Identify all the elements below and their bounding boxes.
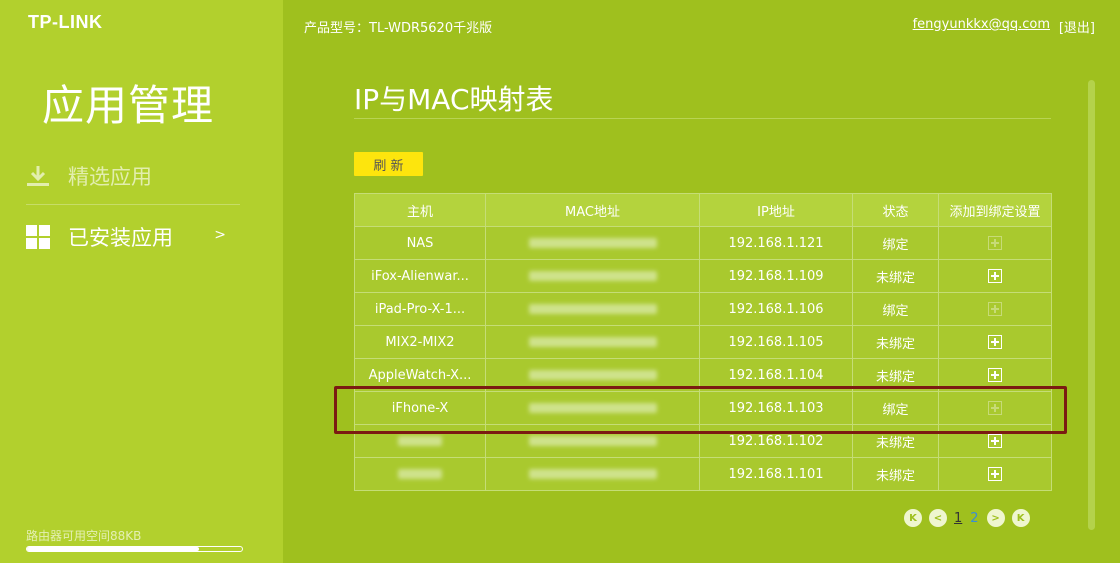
mac-cell bbox=[485, 292, 700, 326]
redacted-host bbox=[398, 436, 442, 446]
prev-page-button[interactable]: < bbox=[929, 509, 947, 527]
first-page-button[interactable]: K bbox=[904, 509, 922, 527]
host-cell: MIX2-MIX2 bbox=[354, 325, 486, 359]
account-link[interactable]: fengyunkkx@qq.com bbox=[913, 17, 1050, 32]
host-cell: NAS bbox=[354, 226, 486, 260]
ip-cell: 192.168.1.109 bbox=[699, 259, 853, 293]
column-header-ip: IP地址 bbox=[699, 193, 853, 227]
table-row: NAS 192.168.1.121 绑定 bbox=[354, 226, 1052, 260]
highlight-box bbox=[334, 386, 1067, 434]
storage-progress-fill bbox=[27, 547, 199, 551]
ip-cell: 192.168.1.105 bbox=[699, 325, 853, 359]
redacted-mac bbox=[528, 469, 657, 479]
column-header-status: 状态 bbox=[852, 193, 939, 227]
sidebar: TP-LINK 应用管理 精选应用 已安装应用 > 路由器可用空间88KB bbox=[0, 0, 283, 563]
status-cell: 未绑定 bbox=[852, 325, 939, 359]
redacted-mac bbox=[528, 238, 657, 248]
column-header-mac: MAC地址 bbox=[485, 193, 700, 227]
refresh-button[interactable]: 刷 新 bbox=[354, 152, 423, 176]
next-page-button[interactable]: > bbox=[986, 509, 1005, 527]
sidebar-item-featured-apps[interactable]: 精选应用 bbox=[26, 157, 240, 195]
table-header-row: 主机 MAC地址 IP地址 状态 添加到绑定设置 bbox=[354, 193, 1052, 227]
ip-mac-table: 主机 MAC地址 IP地址 状态 添加到绑定设置 NAS 192.168.1.12… bbox=[354, 193, 1052, 491]
table-row: 192.168.1.101 未绑定 bbox=[354, 457, 1052, 491]
add-binding-icon[interactable] bbox=[988, 269, 1002, 283]
last-page-button[interactable]: K bbox=[1011, 509, 1030, 527]
storage-progress bbox=[26, 546, 243, 552]
status-cell: 绑定 bbox=[852, 292, 939, 326]
redacted-mac bbox=[528, 370, 657, 380]
mac-cell bbox=[485, 226, 700, 260]
add-binding-icon[interactable] bbox=[988, 368, 1002, 382]
ip-cell: 192.168.1.101 bbox=[699, 457, 853, 491]
redacted-mac bbox=[528, 304, 657, 314]
page-title: IP与MAC映射表 bbox=[354, 83, 554, 116]
add-binding-icon[interactable] bbox=[988, 467, 1002, 481]
host-cell: iFox-Alienwar... bbox=[354, 259, 486, 293]
add-binding-icon bbox=[988, 236, 1002, 250]
mac-cell bbox=[485, 259, 700, 293]
sidebar-item-label: 已安装应用 bbox=[68, 226, 173, 250]
logout-link[interactable]: [退出] bbox=[1059, 17, 1095, 36]
add-binding-icon[interactable] bbox=[988, 434, 1002, 448]
redacted-mac bbox=[528, 271, 657, 281]
ip-cell: 192.168.1.106 bbox=[699, 292, 853, 326]
storage-label: 路由器可用空间88KB bbox=[26, 529, 142, 543]
ip-cell: 192.168.1.121 bbox=[699, 226, 853, 260]
add-binding-cell bbox=[938, 325, 1052, 359]
grid-icon bbox=[26, 225, 50, 249]
add-binding-cell bbox=[938, 457, 1052, 491]
sidebar-item-label: 精选应用 bbox=[68, 165, 152, 189]
tp-link-logo: TP-LINK bbox=[28, 12, 103, 32]
page-heading: 应用管理 bbox=[42, 81, 215, 130]
status-cell: 未绑定 bbox=[852, 457, 939, 491]
host-cell: iPad-Pro-X-1... bbox=[354, 292, 486, 326]
download-icon bbox=[26, 164, 50, 188]
column-header-host: 主机 bbox=[354, 193, 486, 227]
add-binding-icon[interactable] bbox=[988, 335, 1002, 349]
mac-cell bbox=[485, 457, 700, 491]
sidebar-item-installed-apps[interactable]: 已安装应用 > bbox=[26, 218, 240, 256]
add-binding-icon bbox=[988, 302, 1002, 316]
page-number-current[interactable]: 1 bbox=[954, 511, 962, 526]
add-binding-cell bbox=[938, 259, 1052, 293]
scrollbar[interactable] bbox=[1088, 80, 1095, 530]
redacted-mac bbox=[528, 337, 657, 347]
add-binding-cell bbox=[938, 226, 1052, 260]
table-row: MIX2-MIX2 192.168.1.105 未绑定 bbox=[354, 325, 1052, 359]
pagination: K < 1 2 > K bbox=[904, 509, 1037, 527]
page-number[interactable]: 2 bbox=[970, 511, 978, 526]
chevron-right-icon: > bbox=[214, 227, 226, 243]
title-divider bbox=[354, 118, 1051, 119]
status-cell: 绑定 bbox=[852, 226, 939, 260]
product-model: 产品型号：TL-WDR5620千兆版 bbox=[304, 21, 493, 36]
table-row: iPad-Pro-X-1... 192.168.1.106 绑定 bbox=[354, 292, 1052, 326]
add-binding-cell bbox=[938, 292, 1052, 326]
host-cell bbox=[354, 457, 486, 491]
mac-cell bbox=[485, 325, 700, 359]
redacted-host bbox=[398, 469, 442, 479]
sidebar-divider bbox=[26, 204, 240, 205]
status-cell: 未绑定 bbox=[852, 259, 939, 293]
table-row: iFox-Alienwar... 192.168.1.109 未绑定 bbox=[354, 259, 1052, 293]
column-header-add-binding: 添加到绑定设置 bbox=[938, 193, 1052, 227]
redacted-mac bbox=[528, 436, 657, 446]
